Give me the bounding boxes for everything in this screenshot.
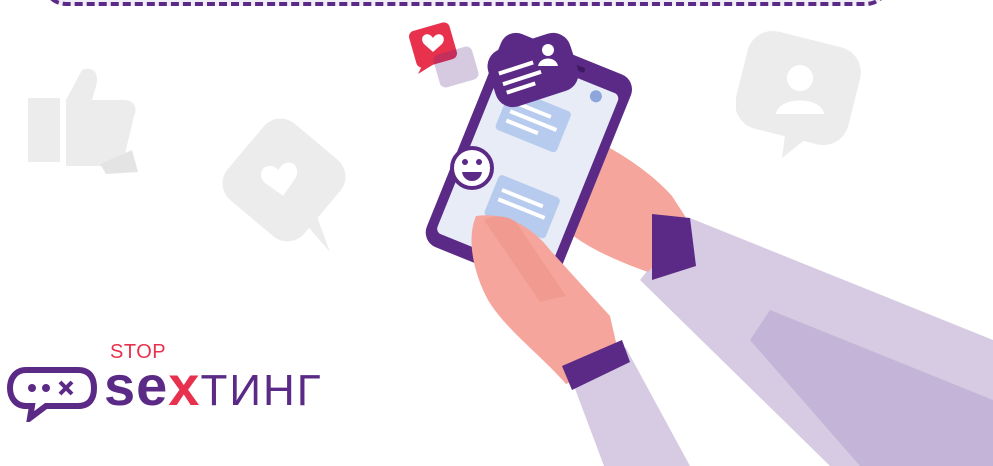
chat-bubble-logo-icon	[6, 367, 98, 422]
stop-sexting-logo: STOP sexТИНГ	[6, 342, 406, 422]
top-banner	[42, 0, 890, 6]
thumbs-up-icon	[28, 68, 138, 174]
wordmark-prefix: se	[104, 354, 169, 417]
wordmark-suffix: ТИНГ	[200, 366, 323, 415]
emoji-bubble-icon	[450, 146, 494, 190]
phone-hands-illustration	[408, 22, 993, 466]
heart-notification-icon	[408, 22, 479, 88]
wordmark-x: x	[168, 354, 201, 417]
heart-bubble-icon	[222, 118, 346, 252]
logo-wordmark: sexТИНГ	[104, 356, 323, 421]
